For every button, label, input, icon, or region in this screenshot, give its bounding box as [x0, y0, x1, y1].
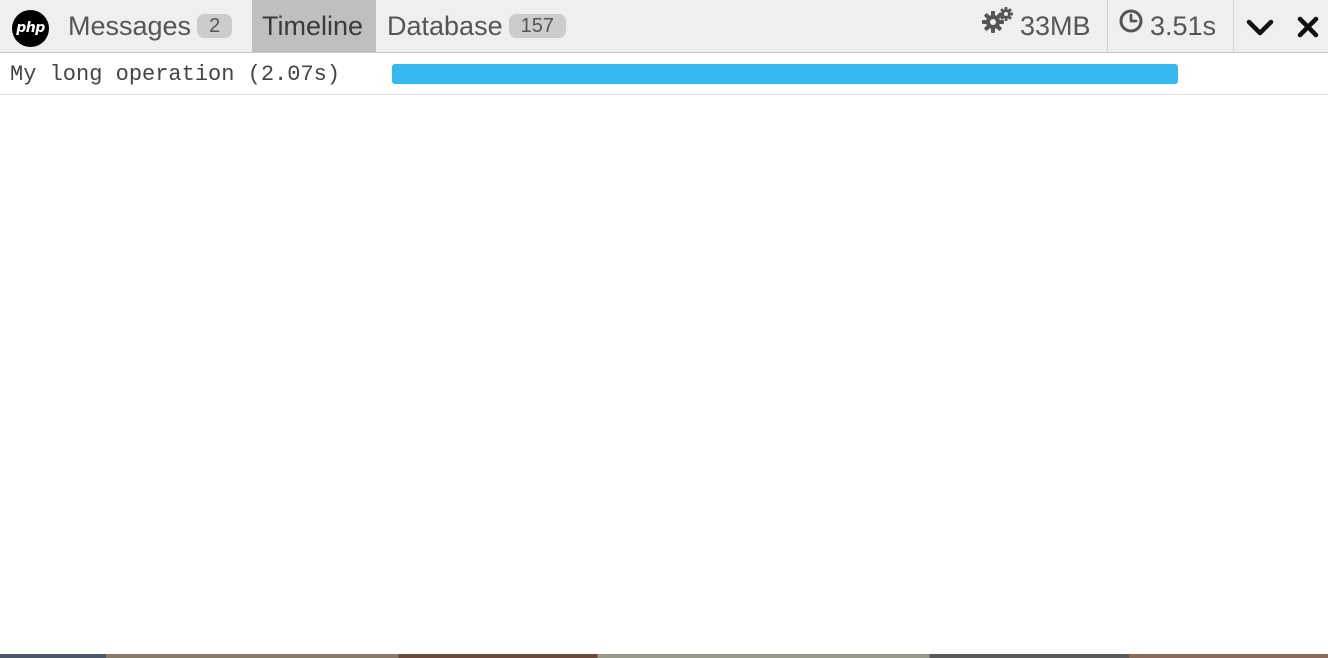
- memory-indicator[interactable]: 33MB: [982, 0, 1108, 52]
- tab-timeline-label: Timeline: [262, 11, 364, 41]
- chevron-down-icon[interactable]: [1245, 12, 1275, 42]
- tab-messages-label: Messages: [68, 11, 192, 41]
- messages-count-badge: 2: [197, 13, 233, 38]
- clock-icon: [1118, 0, 1144, 51]
- debugbar-panel: php Messages 2 Timeline Database 157 33M…: [0, 0, 1328, 654]
- memory-value: 33MB: [1020, 11, 1091, 41]
- debugbar-header: php Messages 2 Timeline Database 157 33M…: [0, 0, 1328, 53]
- php-logo[interactable]: php: [12, 10, 49, 47]
- time-value: 3.51s: [1150, 11, 1217, 41]
- measure-track: [392, 64, 1178, 84]
- database-count-badge: 157: [508, 13, 566, 38]
- measure-bar[interactable]: [392, 64, 1178, 84]
- tab-messages[interactable]: Messages 2: [58, 0, 242, 52]
- background-strip: [0, 654, 1328, 658]
- timeline-measure-row: My long operation (2.07s): [0, 54, 1328, 95]
- close-icon[interactable]: [1293, 12, 1323, 42]
- tab-database-label: Database: [387, 11, 503, 41]
- time-indicator[interactable]: 3.51s: [1108, 0, 1234, 52]
- gears-icon: [982, 0, 1014, 51]
- measure-label: My long operation (2.07s): [10, 62, 341, 87]
- tab-database[interactable]: Database 157: [377, 0, 576, 52]
- tab-timeline[interactable]: Timeline: [252, 0, 376, 52]
